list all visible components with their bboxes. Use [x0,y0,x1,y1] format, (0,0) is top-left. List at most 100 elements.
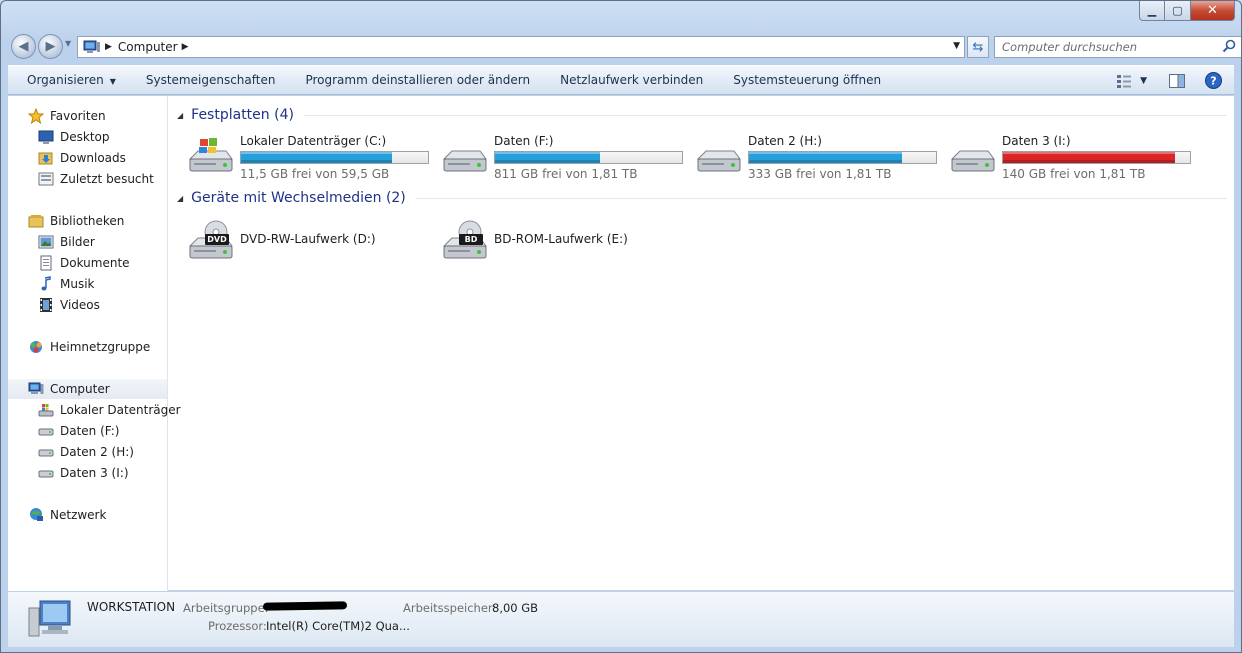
sidebar-label: Computer [50,382,110,396]
search-box[interactable] [994,36,1241,58]
drive-name: Daten (F:) [494,134,554,148]
group-header-removable[interactable]: ◢ Geräte mit Wechselmedien (2) [177,188,1227,208]
drive-usage-bar [494,151,683,164]
address-history-dropdown[interactable]: ▼ [953,41,960,51]
processor-value: Intel(R) Core(TM)2 Qua... [266,619,410,633]
preview-pane-icon[interactable] [1169,73,1185,88]
sidebar-label: Bilder [60,235,95,249]
sidebar-item-recent[interactable]: Zuletzt besucht [8,169,167,189]
breadcrumb-separator-icon[interactable]: ▶ [182,42,189,52]
close-button[interactable]: ✕ [1191,1,1235,21]
sidebar-item-drive-i[interactable]: Daten 3 (I:) [8,463,167,483]
pictures-icon [38,234,54,250]
details-pane: WORKSTATION Arbeitsgruppe: Arbeitsspeich… [8,592,1234,647]
help-icon[interactable]: ? [1205,72,1222,89]
sidebar-item-videos[interactable]: Videos [8,295,167,315]
drive-usage-fill [495,152,600,163]
hard-drive-icon [38,444,54,460]
sidebar-item-desktop[interactable]: Desktop [8,127,167,147]
sidebar-label: Videos [60,298,100,312]
arrow-right-icon: ▶ [45,39,56,54]
sidebar-item-drive-h[interactable]: Daten 2 (H:) [8,442,167,462]
sidebar-label: Daten (F:) [60,424,120,438]
recent-places-icon [38,171,54,187]
desktop-icon [38,129,54,145]
file-list: ◢ Festplatten (4) Lokaler Datenträger (C… [169,96,1234,591]
open-control-panel-button[interactable]: Systemsteuerung öffnen [718,73,896,87]
drive-usage-bar [1002,151,1191,164]
optical-drive-tile[interactable]: BD BD-ROM-Laufwerk (E:) [440,214,690,264]
view-options-icon[interactable] [1116,74,1132,88]
drive-free-space: 11,5 GB frei von 59,5 GB [240,167,390,181]
refresh-button[interactable]: ⇆ [967,36,989,58]
hard-drive-icon [38,423,54,439]
sidebar-label: Bibliotheken [50,214,125,228]
documents-icon [38,255,54,271]
group-title: Festplatten (4) [191,107,294,123]
content-area: Favoriten Desktop Downloads Zuletzt besu… [8,96,1234,591]
sidebar-label: Dokumente [60,256,130,270]
sidebar-item-network[interactable]: Netzwerk [8,505,167,525]
media-badge: DVD [207,235,227,244]
optical-drive-tile[interactable]: DVD DVD-RW-Laufwerk (D:) [186,214,436,264]
computer-icon [26,598,76,642]
music-note-icon [38,276,54,292]
libraries-icon [28,213,44,229]
sidebar-item-favorites[interactable]: Favoriten [8,106,167,126]
drive-name: Daten 3 (I:) [1002,134,1071,148]
svg-text:?: ? [1210,75,1216,88]
view-dropdown-chevron-icon[interactable]: ▼ [1140,76,1147,86]
workgroup-label: Arbeitsgruppe: [183,601,269,615]
sidebar-item-homegroup[interactable]: Heimnetzgruppe [8,337,167,357]
sidebar-item-music[interactable]: Musik [8,274,167,294]
organize-menu[interactable]: Organisieren ▼ [8,73,131,87]
recent-pages-dropdown[interactable]: ▼ [65,39,71,48]
sidebar-label: Daten 2 (H:) [60,445,134,459]
minimize-button[interactable]: ▁ [1139,1,1165,21]
uninstall-program-button[interactable]: Programm deinstallieren oder ändern [290,73,545,87]
hard-drive-icon [694,137,744,179]
view-controls: ▼ ? [1116,72,1222,89]
search-input[interactable] [1000,39,1215,55]
hard-drive-icon [948,137,998,179]
system-properties-button[interactable]: Systemeigenschaften [131,73,291,87]
drive-usage-bar [748,151,937,164]
collapse-triangle-icon[interactable]: ◢ [177,194,183,203]
forward-button[interactable]: ▶ [38,34,63,59]
drive-tile[interactable]: Daten (F:) 811 GB frei von 1,81 TB [440,131,690,181]
drive-tile[interactable]: Lokaler Datenträger (C:) 11,5 GB frei von… [186,131,436,181]
collapse-triangle-icon[interactable]: ◢ [177,111,183,120]
drive-free-space: 333 GB frei von 1,81 TB [748,167,892,181]
breadcrumb-computer[interactable]: Computer [118,40,178,54]
search-icon[interactable] [1222,39,1236,53]
drive-tile[interactable]: Daten 2 (H:) 333 GB frei von 1,81 TB [694,131,944,181]
drive-tile[interactable]: Daten 3 (I:) 140 GB frei von 1,81 TB [948,131,1198,181]
sidebar-label: Daten 3 (I:) [60,466,129,480]
group-title: Geräte mit Wechselmedien (2) [191,190,406,206]
system-drive-icon [186,137,236,179]
processor-label: Prozessor: [208,619,267,633]
command-bar: Organisieren ▼ Systemeigenschaften Progra… [8,65,1234,95]
arrow-left-icon: ◀ [18,39,29,54]
sidebar-item-libraries[interactable]: Bibliotheken [8,211,167,231]
drive-usage-fill [749,152,903,163]
back-button[interactable]: ◀ [11,34,36,59]
computer-icon [28,381,44,397]
map-network-drive-button[interactable]: Netzlaufwerk verbinden [545,73,718,87]
sidebar-item-drive-c[interactable]: Lokaler Datenträger [8,400,181,420]
sidebar-label: Favoriten [50,109,106,123]
group-header-hard-disks[interactable]: ◢ Festplatten (4) [177,105,1227,125]
drive-usage-fill [241,152,393,163]
breadcrumb-separator-icon[interactable]: ▶ [105,42,112,52]
maximize-button[interactable]: ▢ [1165,1,1191,21]
drive-free-space: 811 GB frei von 1,81 TB [494,167,638,181]
sidebar-item-downloads[interactable]: Downloads [8,148,167,168]
drive-name: Lokaler Datenträger (C:) [240,134,387,148]
sidebar-item-pictures[interactable]: Bilder [8,232,167,252]
address-bar[interactable]: ▶ Computer ▶ ▼ [77,36,965,58]
sidebar-item-drive-f[interactable]: Daten (F:) [8,421,167,441]
downloads-folder-icon [38,150,54,166]
memory-label: Arbeitsspeicher: [403,601,497,615]
sidebar-item-documents[interactable]: Dokumente [8,253,167,273]
sidebar-item-computer[interactable]: Computer [8,379,167,399]
